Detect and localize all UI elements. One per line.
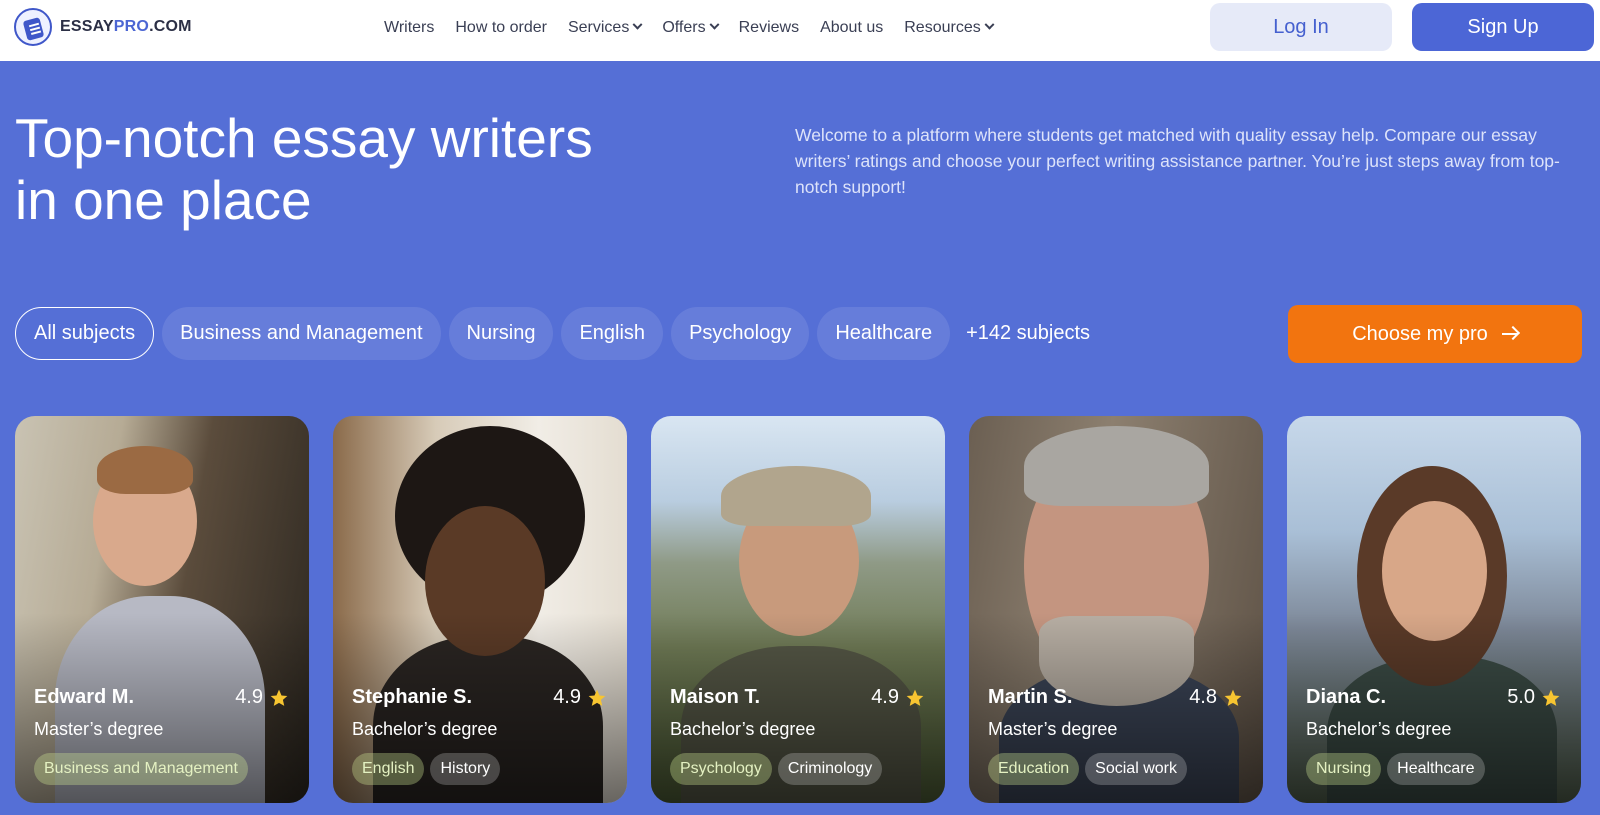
writer-name: Diana C. bbox=[1306, 686, 1387, 708]
rating-value: 5.0 bbox=[1507, 686, 1535, 708]
subject-chip-healthcare[interactable]: Healthcare bbox=[817, 307, 951, 360]
writer-card[interactable]: Maison T. 4.9 Bachelor’s degree Psycholo… bbox=[651, 416, 945, 803]
signup-button[interactable]: Sign Up bbox=[1412, 3, 1594, 51]
writer-card[interactable]: Edward M. 4.9 Master’s degree Business a… bbox=[15, 416, 309, 803]
writer-rating: 4.8 bbox=[1189, 686, 1243, 709]
star-icon bbox=[906, 689, 924, 706]
subject-chip-psychology[interactable]: Psychology bbox=[671, 307, 810, 360]
writer-card[interactable]: Diana C. 5.0 Bachelor’s degree Nursing H… bbox=[1287, 416, 1581, 803]
title-line-2: in one place bbox=[15, 169, 312, 231]
nav-item-how-to-order[interactable]: How to order bbox=[455, 19, 547, 37]
writer-degree: Bachelor’s degree bbox=[1306, 719, 1452, 739]
star-icon bbox=[1542, 689, 1560, 706]
subject-chip-english[interactable]: English bbox=[561, 307, 664, 360]
nav-item-offers[interactable]: Offers bbox=[662, 18, 720, 37]
writer-tags: Education Social work bbox=[988, 753, 1187, 785]
subject-tag: Social work bbox=[1085, 753, 1187, 785]
writer-degree: Master’s degree bbox=[34, 719, 164, 739]
writer-cards: Edward M. 4.9 Master’s degree Business a… bbox=[15, 416, 1581, 803]
star-icon bbox=[270, 689, 288, 706]
subject-tag: Education bbox=[988, 753, 1080, 785]
writer-name: Martin S. bbox=[988, 686, 1073, 708]
writer-card[interactable]: Stephanie S. 4.9 Bachelor’s degree Engli… bbox=[333, 416, 627, 803]
rating-value: 4.9 bbox=[871, 686, 899, 708]
subject-tag: Nursing bbox=[1306, 753, 1382, 785]
chevron-down-icon bbox=[632, 19, 643, 30]
subject-tag: Psychology bbox=[670, 753, 772, 785]
writer-name: Edward M. bbox=[34, 686, 135, 708]
main-nav: Writers How to order Services Offers Rev… bbox=[384, 0, 995, 55]
brand-name: ESSAYPRO.COM bbox=[60, 18, 192, 35]
brand-logo[interactable]: ESSAYPRO.COM bbox=[14, 8, 192, 46]
subject-chip-nursing[interactable]: Nursing bbox=[448, 307, 554, 360]
cta-label: Choose my pro bbox=[1352, 322, 1488, 345]
writer-rating: 4.9 bbox=[235, 686, 289, 709]
writer-degree: Bachelor’s degree bbox=[670, 719, 816, 739]
nav-item-label: How to order bbox=[455, 18, 547, 36]
chevron-down-icon bbox=[709, 19, 720, 30]
nav-item-label: Resources bbox=[904, 18, 981, 36]
page-title: Top-notch essay writers in one place bbox=[15, 107, 715, 231]
subject-tag: History bbox=[430, 753, 501, 785]
nav-item-services[interactable]: Services bbox=[567, 18, 643, 37]
subject-tag: Healthcare bbox=[1387, 753, 1485, 785]
nav-item-about-us[interactable]: About us bbox=[820, 19, 883, 37]
nav-item-reviews[interactable]: Reviews bbox=[739, 19, 799, 37]
writer-degree: Master’s degree bbox=[988, 719, 1118, 739]
writer-rating: 4.9 bbox=[553, 686, 607, 709]
star-icon bbox=[1224, 689, 1242, 706]
writer-name: Stephanie S. bbox=[352, 686, 473, 708]
rating-value: 4.8 bbox=[1189, 686, 1217, 708]
writer-name: Maison T. bbox=[670, 686, 761, 708]
top-navbar: ESSAYPRO.COM Writers How to order Servic… bbox=[0, 0, 1600, 61]
nav-item-label: Reviews bbox=[738, 18, 800, 36]
choose-my-pro-button[interactable]: Choose my pro bbox=[1288, 305, 1582, 363]
nav-item-label: Writers bbox=[384, 18, 435, 36]
writer-tags: Nursing Healthcare bbox=[1306, 753, 1485, 785]
subject-chip-all[interactable]: All subjects bbox=[15, 307, 155, 360]
nav-item-label: Services bbox=[567, 18, 630, 36]
login-button[interactable]: Log In bbox=[1210, 3, 1392, 51]
subject-tag: English bbox=[352, 753, 425, 785]
writer-card[interactable]: Martin S. 4.8 Master’s degree Education … bbox=[969, 416, 1263, 803]
rating-value: 4.9 bbox=[553, 686, 581, 708]
nav-item-resources[interactable]: Resources bbox=[904, 18, 995, 37]
rating-value: 4.9 bbox=[235, 686, 263, 708]
subject-tag: Criminology bbox=[777, 753, 883, 785]
title-line-1: Top-notch essay writers bbox=[15, 107, 593, 169]
writer-rating: 4.9 bbox=[871, 686, 925, 709]
nav-item-label: Offers bbox=[662, 18, 706, 36]
logo-icon bbox=[14, 8, 52, 46]
writer-tags: Psychology Criminology bbox=[670, 753, 883, 785]
writer-degree: Bachelor’s degree bbox=[352, 719, 498, 739]
writer-rating: 5.0 bbox=[1507, 686, 1561, 709]
nav-item-label: About us bbox=[820, 18, 884, 36]
subject-filter: All subjects Business and Management Nur… bbox=[15, 307, 1098, 360]
more-subjects-link[interactable]: +142 subjects bbox=[958, 307, 1098, 360]
writer-tags: English History bbox=[352, 753, 501, 785]
subject-tag: Business and Management bbox=[34, 753, 248, 785]
arrow-right-icon bbox=[1501, 333, 1518, 335]
writer-tags: Business and Management bbox=[34, 753, 248, 785]
nav-item-writers[interactable]: Writers bbox=[384, 19, 434, 37]
hero-description: Welcome to a platform where students get… bbox=[795, 125, 1560, 197]
star-icon bbox=[588, 689, 606, 706]
chevron-down-icon bbox=[984, 19, 995, 30]
subject-chip-business[interactable]: Business and Management bbox=[162, 307, 441, 360]
